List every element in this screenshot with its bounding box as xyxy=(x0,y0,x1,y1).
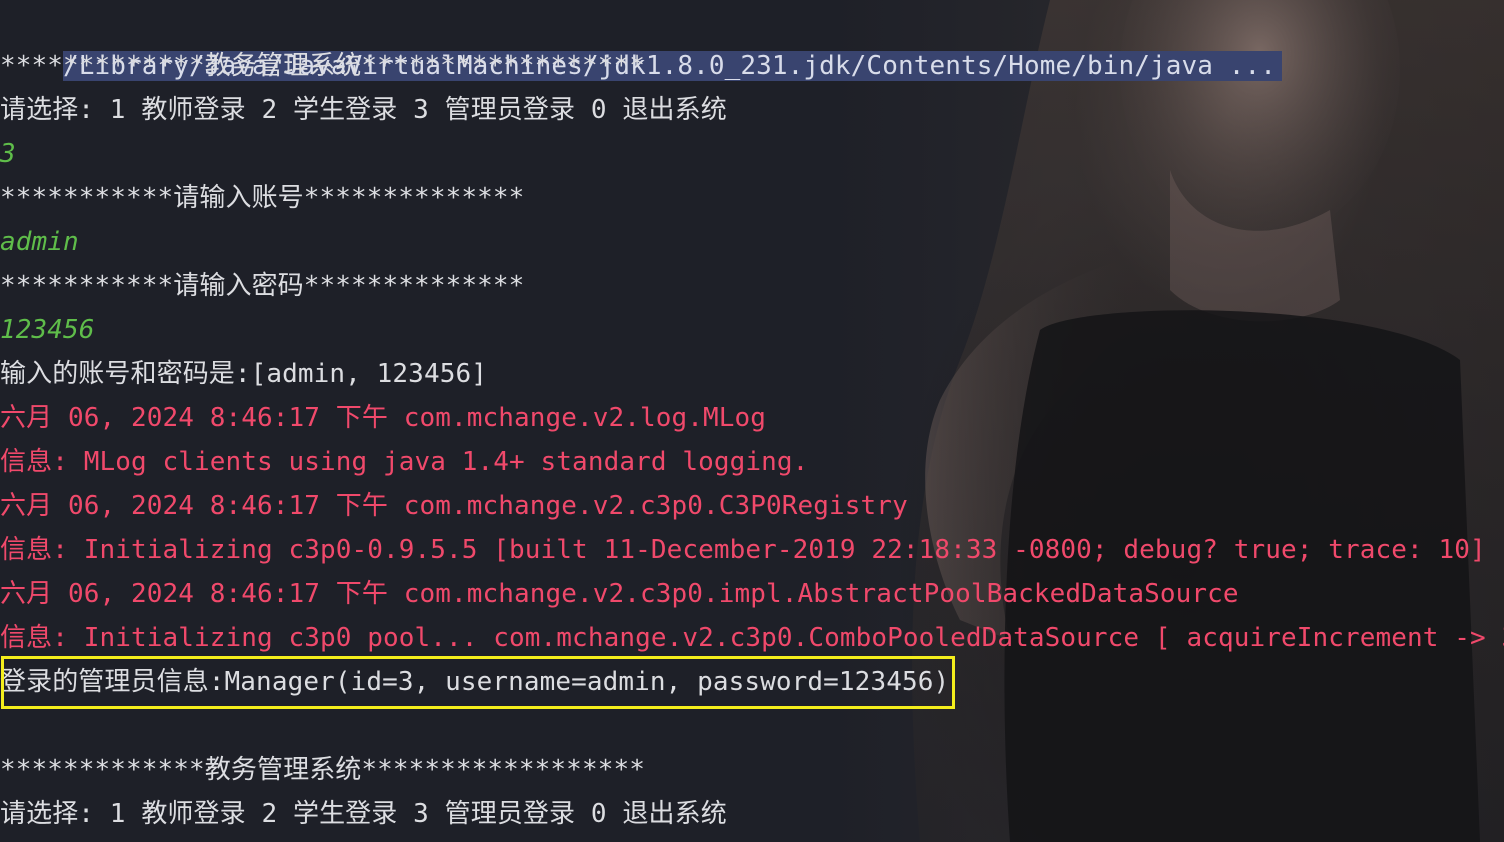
console-line-log-timestamp: 六月 06, 2024 8:46:17 下午 com.mchange.v2.lo… xyxy=(0,403,767,433)
console-line-log-info: 信息: Initializing c3p0-0.9.5.5 [built 11-… xyxy=(0,535,1486,565)
console-line-menu-banner: *************教务管理系统****************** xyxy=(0,51,645,81)
run-console-output[interactable]: /Library/Java/JavaVirtualMachines/jdk1.8… xyxy=(0,0,1504,842)
console-line-log-info: 信息: MLog clients using java 1.4+ standar… xyxy=(0,447,809,477)
console-line-menu-banner: *************教务管理系统****************** xyxy=(0,755,645,785)
console-line-log-info: 信息: Initializing c3p0 pool... com.mchang… xyxy=(0,623,1504,653)
console-line-credentials-echo: 输入的账号和密码是:[admin, 123456] xyxy=(0,359,487,389)
console-line-menu-options: 请选择: 1 教师登录 2 学生登录 3 管理员登录 0 退出系统 xyxy=(0,95,727,125)
console-line-command: /Library/Java/JavaVirtualMachines/jdk1.8… xyxy=(0,0,1283,81)
console-line-log-timestamp: 六月 06, 2024 8:46:17 下午 com.mchange.v2.c3… xyxy=(0,579,1239,609)
console-line-password-prompt: ***********请输入密码************** xyxy=(0,271,525,301)
console-line-account-prompt: ***********请输入账号************** xyxy=(0,183,525,213)
console-line-log-timestamp: 六月 06, 2024 8:46:17 下午 com.mchange.v2.c3… xyxy=(0,491,908,521)
console-line-user-input-account: admin xyxy=(0,227,79,257)
console-line-menu-options: 请选择: 1 教师登录 2 学生登录 3 管理员登录 0 退出系统 xyxy=(0,799,727,829)
console-line-user-input-choice: 3 xyxy=(0,139,16,169)
highlight-annotation-box xyxy=(1,656,955,709)
console-line-user-input-password: 123456 xyxy=(0,315,95,345)
